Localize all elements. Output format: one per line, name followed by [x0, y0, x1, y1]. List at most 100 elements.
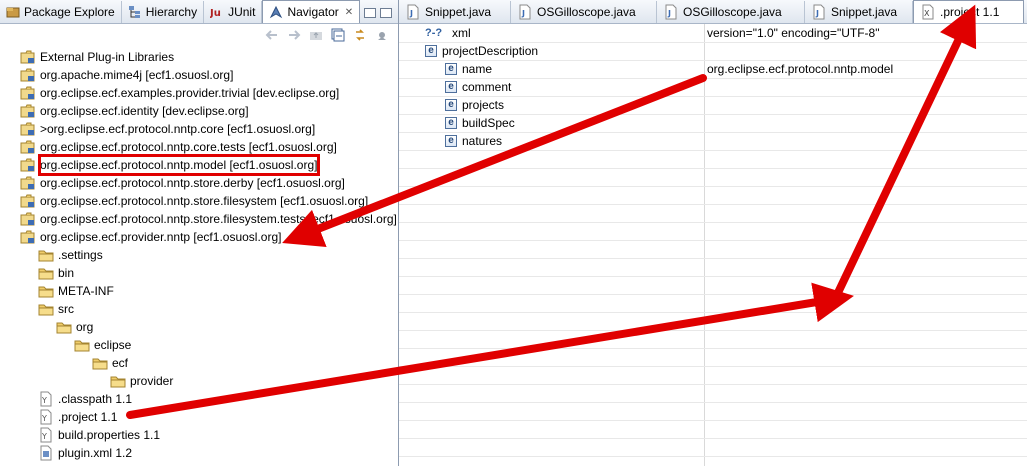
tree-item-label: plugin.xml 1.2: [58, 446, 133, 460]
view-tab-bar: Package Explore Hierarchy Ju JUnit Navig…: [0, 0, 398, 24]
tab-junit[interactable]: Ju JUnit: [204, 1, 263, 23]
project-icon: [20, 68, 35, 82]
tree-item[interactable]: eclipse: [74, 336, 131, 354]
navigator-toolbar: [0, 24, 398, 46]
tree-item[interactable]: org.eclipse.ecf.protocol.nntp.store.file…: [20, 210, 397, 228]
tree-item-label: External Plug-in Libraries: [40, 50, 175, 64]
file-icon: Y: [40, 427, 52, 443]
editor-tab-bar: J Snippet.java J OSGilloscope.java J OSGillos…: [399, 0, 1027, 24]
editor-tab[interactable]: J Snippet.java: [399, 1, 511, 23]
tree-item-label: org.eclipse.ecf.protocol.nntp.store.file…: [40, 212, 397, 226]
java-file-icon: J: [519, 4, 531, 20]
project-icon: [20, 104, 35, 118]
xml-row[interactable]: ?-? xml version="1.0" encoding="UTF-8": [399, 24, 1027, 43]
tree-item[interactable]: provider: [110, 372, 173, 390]
editor-tab[interactable]: J OSGilloscope.java: [657, 1, 805, 23]
tree-item-label: build.properties 1.1: [58, 428, 161, 442]
tree-item[interactable]: org: [56, 318, 93, 336]
tree-item[interactable]: External Plug-in Libraries: [20, 48, 174, 66]
xml-node-name-cell: ?-? xml: [425, 24, 471, 42]
xml-row: [399, 168, 1027, 187]
xml-row[interactable]: e projects: [399, 96, 1027, 115]
xml-row: [399, 366, 1027, 385]
tree-item-label: org.eclipse.ecf.identity [dev.eclipse.or…: [40, 104, 249, 118]
tab-label: JUnit: [228, 5, 256, 19]
xml-row[interactable]: e buildSpec: [399, 114, 1027, 133]
xml-node-value[interactable]: [704, 78, 707, 96]
tree-item[interactable]: .settings: [38, 246, 103, 264]
xml-row[interactable]: e name org.eclipse.ecf.protocol.nntp.model: [399, 60, 1027, 79]
back-arrow-icon[interactable]: [264, 27, 280, 43]
tree-item[interactable]: org.eclipse.ecf.identity [dev.eclipse.or…: [20, 102, 249, 120]
xml-row[interactable]: e comment: [399, 78, 1027, 97]
tree-item-label: org: [76, 320, 94, 334]
xml-node-name: projects: [462, 98, 505, 112]
tree-item[interactable]: org.apache.mime4j [ecf1.osuosl.org]: [20, 66, 233, 84]
svg-text:J: J: [521, 9, 525, 18]
element-icon: e: [445, 135, 457, 147]
up-folder-icon[interactable]: [308, 27, 324, 43]
xml-node-name: projectDescription: [442, 44, 539, 58]
collapse-all-icon[interactable]: [330, 27, 346, 43]
tree-item[interactable]: Y .classpath 1.1: [38, 390, 132, 408]
tree-item[interactable]: bin: [38, 264, 74, 282]
view-menu-icon[interactable]: [374, 27, 390, 43]
tree-item-label: src: [58, 302, 74, 316]
folder-icon: [110, 376, 126, 388]
tree-item[interactable]: org.eclipse.ecf.protocol.nntp.store.file…: [20, 192, 368, 210]
tree-item[interactable]: plugin.xml 1.2: [38, 444, 132, 462]
tab-hierarchy[interactable]: Hierarchy: [122, 1, 205, 23]
xml-row: [399, 312, 1027, 331]
project-icon: [20, 86, 35, 100]
tree-item-label: provider: [130, 374, 174, 388]
forward-arrow-icon[interactable]: [286, 27, 302, 43]
xml-node-value[interactable]: org.eclipse.ecf.protocol.nntp.model: [704, 60, 893, 78]
xml-node-name: buildSpec: [462, 116, 515, 130]
editor-tab-label: OSGilloscope.java: [683, 5, 782, 19]
link-with-editor-icon[interactable]: [352, 27, 368, 43]
tree-item-label: ecf: [112, 356, 129, 370]
tree-item[interactable]: Ybuild.properties 1.1: [38, 426, 160, 444]
tree-item-label: .project 1.1: [58, 410, 118, 424]
element-icon: e: [425, 45, 437, 57]
tree-item-label: org.eclipse.ecf.protocol.nntp.store.file…: [40, 194, 369, 208]
editor-tab[interactable]: J OSGilloscope.java: [511, 1, 657, 23]
tree-item[interactable]: >org.eclipse.ecf.protocol.nntp.core [ecf…: [20, 120, 315, 138]
tree-item[interactable]: Y .project 1.1: [38, 408, 117, 426]
xml-node-name: natures: [462, 134, 503, 148]
xml-node-name-cell: e name: [445, 60, 492, 78]
tree-item[interactable]: ecf: [92, 354, 128, 372]
xml-node-value[interactable]: [704, 132, 707, 150]
project-icon: [20, 194, 35, 208]
project-icon: [20, 176, 35, 190]
close-icon[interactable]: ✕: [345, 7, 353, 18]
tree-item[interactable]: org.eclipse.ecf.protocol.nntp.model [ecf…: [20, 154, 320, 176]
project-icon: [20, 230, 35, 244]
tree-item[interactable]: META-INF: [38, 282, 114, 300]
tree-item-label: org.apache.mime4j [ecf1.osuosl.org]: [40, 68, 234, 82]
xml-node-value[interactable]: version="1.0" encoding="UTF-8": [704, 24, 879, 42]
xml-node-value[interactable]: [704, 114, 707, 132]
minimize-icon[interactable]: [364, 8, 376, 18]
editor-tab[interactable]: X .project 1.1: [913, 0, 1024, 23]
xml-row[interactable]: e natures: [399, 132, 1027, 151]
xml-node-value[interactable]: [704, 96, 707, 114]
tree-item[interactable]: org.eclipse.ecf.examples.provider.trivia…: [20, 84, 339, 102]
maximize-icon[interactable]: [380, 8, 392, 18]
xml-row: [399, 330, 1027, 349]
xml-row: [399, 258, 1027, 277]
package-icon: [6, 7, 20, 18]
tree-item[interactable]: src: [38, 300, 74, 318]
project-icon: [20, 212, 35, 226]
editor-tab[interactable]: J Snippet.java: [805, 1, 913, 23]
element-icon: e: [445, 117, 457, 129]
xml-node-value[interactable]: [704, 42, 707, 60]
xml-row: [399, 384, 1027, 403]
tab-navigator[interactable]: Navigator ✕: [262, 0, 361, 23]
xml-row[interactable]: e projectDescription: [399, 42, 1027, 61]
editor-tab-label: .project 1.1: [940, 5, 1000, 19]
tree-item[interactable]: org.eclipse.ecf.protocol.nntp.store.derb…: [20, 174, 345, 192]
tree-item[interactable]: org.eclipse.ecf.provider.nntp [ecf1.osuo…: [20, 228, 281, 246]
tree-item[interactable]: org.eclipse.ecf.protocol.nntp.core.tests…: [20, 138, 337, 156]
tab-package-explorer[interactable]: Package Explore: [0, 1, 122, 23]
